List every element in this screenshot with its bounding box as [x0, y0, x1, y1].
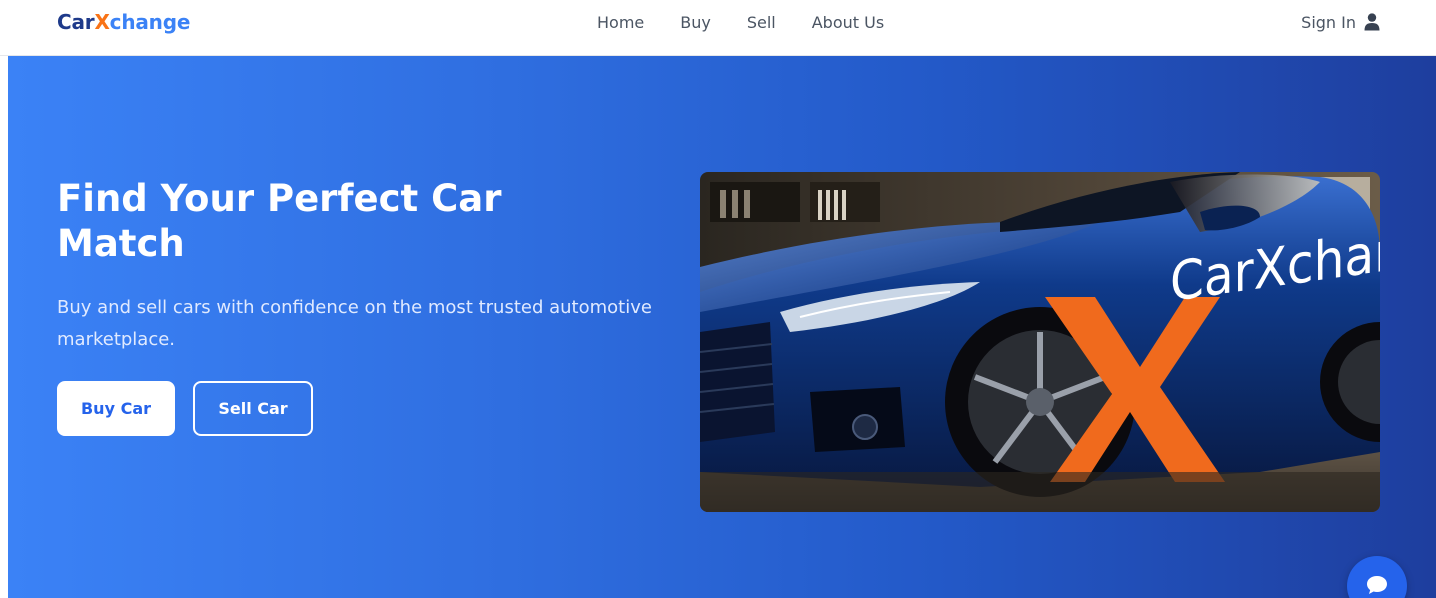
brand-part-x: X	[94, 10, 110, 34]
user-icon	[1364, 13, 1380, 31]
buy-car-button[interactable]: Buy Car	[57, 381, 175, 436]
brand-part-change: change	[109, 10, 191, 34]
sign-in-button[interactable]: Sign In	[1301, 0, 1380, 44]
brand-logo[interactable]: CarXchange	[57, 10, 190, 34]
sell-car-button[interactable]: Sell Car	[193, 381, 313, 436]
sign-in-label: Sign In	[1301, 12, 1356, 32]
nav-link-about-us[interactable]: About Us	[812, 13, 884, 32]
hero-car-image: CarXchange	[700, 172, 1380, 512]
nav-link-buy[interactable]: Buy	[680, 13, 711, 32]
hero-subtitle: Buy and sell cars with confidence on the…	[57, 297, 652, 350]
chat-bubble-icon	[1365, 574, 1389, 598]
main-nav: Home Buy Sell About Us	[597, 0, 920, 44]
hero-title: Find Your Perfect Car Match	[57, 177, 502, 265]
hero-section: Find Your Perfect Car Match Buy and sell…	[8, 56, 1436, 598]
navbar: CarXchange Home Buy Sell About Us Sign I…	[0, 0, 1436, 56]
nav-link-sell[interactable]: Sell	[747, 13, 776, 32]
nav-link-home[interactable]: Home	[597, 13, 644, 32]
brand-part-car: Car	[57, 10, 95, 34]
